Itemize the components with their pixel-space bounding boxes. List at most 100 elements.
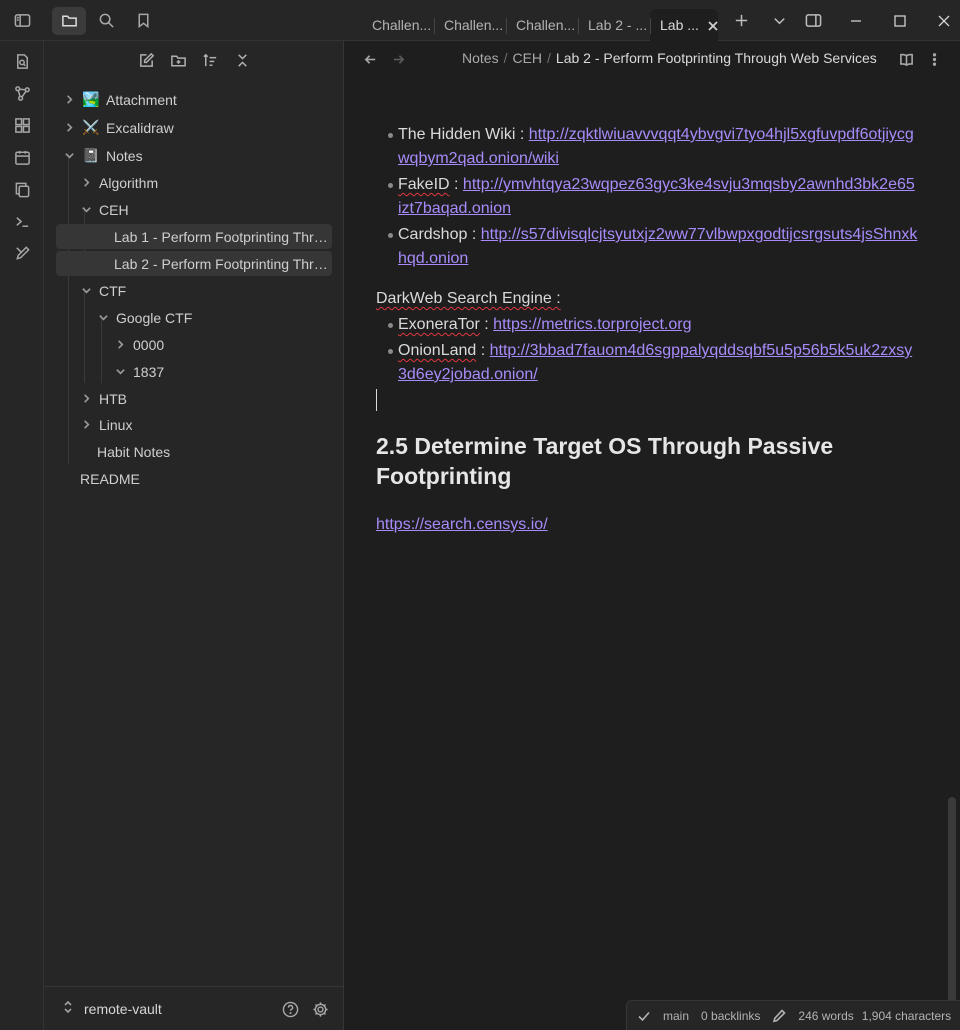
forward-arrow-icon[interactable]	[388, 49, 408, 69]
list-item-name: The Hidden Wiki	[398, 126, 516, 143]
tab-item[interactable]: Challen...	[434, 9, 506, 41]
paragraph-text: DarkWeb Search Engine :	[376, 290, 561, 307]
excalidraw-pen-icon[interactable]	[0, 237, 44, 269]
vault-switcher-bar: remote-vault	[44, 986, 344, 1030]
folder-label: Linux	[99, 416, 133, 433]
tab-label: Lab 2 - ...	[588, 17, 648, 33]
open-quick-switcher-icon[interactable]	[0, 45, 44, 77]
list-item-separator: :	[449, 176, 463, 193]
picture-emoji-icon: 🏞️	[82, 91, 100, 107]
terminal-icon[interactable]	[0, 205, 44, 237]
vault-switch-chevrons-icon[interactable]	[62, 1000, 76, 1017]
list-item: Cardshop : http://s57divisqlcjtsyutxjz2w…	[376, 223, 918, 271]
toggle-right-sidebar-icon[interactable]	[796, 7, 830, 35]
tree-folder-attachment[interactable]: 🏞️ Attachment	[62, 87, 177, 112]
tab-item[interactable]: Challen...	[506, 9, 578, 41]
chevron-right-icon	[79, 392, 93, 406]
tab-label: Lab ...	[660, 17, 699, 33]
search-icon[interactable]	[89, 7, 123, 35]
chevron-right-icon	[62, 121, 76, 135]
breadcrumb-ceh[interactable]: CEH	[512, 50, 542, 66]
git-branch-label[interactable]: main	[663, 1009, 689, 1023]
tab-list-chevron-down-icon[interactable]	[762, 7, 796, 35]
settings-gear-icon[interactable]	[310, 999, 330, 1019]
sync-check-icon[interactable]	[637, 1009, 651, 1023]
darkweb-search-engine-label: DarkWeb Search Engine :	[376, 287, 918, 311]
chevron-right-icon	[79, 176, 93, 190]
text-cursor	[376, 389, 377, 411]
note-content[interactable]: The Hidden Wiki : http://zqktlwiuavvvqqt…	[376, 123, 918, 537]
close-tab-icon[interactable]	[707, 19, 718, 31]
tree-folder-linux[interactable]: Linux	[79, 412, 132, 437]
tab-item-active[interactable]: Lab ...	[650, 9, 718, 41]
canvas-grid-icon[interactable]	[0, 109, 44, 141]
tab-item[interactable]: Challen...	[362, 9, 434, 41]
close-window-icon[interactable]	[922, 0, 960, 41]
heading-text: 2.5 Determine Target OS Through Passive …	[376, 433, 834, 489]
file-label: Habit Notes	[97, 443, 171, 460]
list-item: ExoneraTor : https://metrics.torproject.…	[376, 313, 918, 337]
censys-link[interactable]: https://search.censys.io/	[376, 516, 548, 533]
more-options-icon[interactable]	[924, 49, 944, 69]
tab-bar: Challen... Challen... Challen... Lab 2 -…	[362, 6, 718, 41]
sort-order-icon[interactable]	[197, 47, 223, 73]
graph-view-icon[interactable]	[0, 77, 44, 109]
tree-folder-notes[interactable]: 📓 Notes	[62, 143, 143, 168]
chevron-down-icon	[79, 203, 93, 217]
breadcrumb-current-title[interactable]: Lab 2 - Perform Footprinting Through Web…	[556, 50, 877, 66]
tree-folder-0000[interactable]: 0000	[113, 332, 164, 357]
new-note-icon[interactable]	[133, 47, 159, 73]
file-label: Lab 1 - Perform Footprinting Thro...	[114, 228, 332, 245]
back-arrow-icon[interactable]	[360, 49, 380, 69]
help-icon[interactable]	[280, 999, 300, 1019]
tree-folder-ceh[interactable]: CEH	[79, 197, 129, 222]
daily-note-calendar-icon[interactable]	[0, 141, 44, 173]
minimize-icon[interactable]	[834, 0, 878, 41]
character-count: 1,904 characters	[861, 1008, 952, 1023]
breadcrumb-separator: /	[547, 50, 551, 66]
folder-label: 0000	[133, 336, 165, 353]
fakeid-link[interactable]: http://ymvhtqya23wqpez63gyc3ke4svju3mqsb…	[398, 176, 915, 217]
scrollbar-thumb[interactable]	[948, 797, 956, 1009]
tree-folder-excalidraw[interactable]: ⚔️ Excalidraw	[62, 115, 174, 140]
collapse-all-icon[interactable]	[229, 47, 255, 73]
new-folder-icon[interactable]	[165, 47, 191, 73]
tree-file-habit-notes[interactable]: Habit Notes	[97, 439, 170, 464]
tree-file-lab2-active[interactable]: Lab 2 - Perform Footprinting Thro...	[56, 251, 332, 276]
chevron-down-icon	[96, 311, 110, 325]
file-explorer-sidebar: 🏞️ Attachment ⚔️ Excalidraw 📓 Notes Algo…	[44, 41, 344, 1030]
editor-pane: Notes / CEH / Lab 2 - Perform Footprinting T…	[344, 41, 960, 1030]
tab-label: Challen...	[444, 17, 504, 33]
tree-folder-htb[interactable]: HTB	[79, 386, 127, 411]
tree-folder-google-ctf[interactable]: Google CTF	[96, 305, 192, 330]
tab-item[interactable]: Lab 2 - ...	[578, 9, 650, 41]
exonerator-link[interactable]: https://metrics.torproject.org	[493, 316, 691, 333]
folder-label: 1837	[133, 363, 165, 380]
templates-copy-icon[interactable]	[0, 173, 44, 205]
folder-label: Attachment	[106, 91, 177, 108]
list-item: OnionLand : http://3bbad7fauom4d6sgppaly…	[376, 339, 918, 387]
files-folder-icon[interactable]	[52, 6, 86, 35]
list-item-separator: :	[479, 316, 494, 333]
chevron-down-icon	[113, 365, 127, 379]
tree-folder-ctf[interactable]: CTF	[79, 278, 126, 303]
tree-file-lab1[interactable]: Lab 1 - Perform Footprinting Thro...	[56, 224, 332, 249]
toggle-left-sidebar-icon[interactable]	[5, 7, 39, 35]
left-ribbon	[0, 41, 44, 1030]
maximize-icon[interactable]	[878, 0, 922, 41]
list-item-name: OnionLand	[398, 342, 477, 359]
breadcrumb: Notes / CEH / Lab 2 - Perform Footprinting T…	[462, 50, 877, 66]
breadcrumb-notes[interactable]: Notes	[462, 50, 499, 66]
folder-label: CTF	[99, 282, 127, 299]
tree-folder-algorithm[interactable]: Algorithm	[79, 170, 158, 195]
file-label: Lab 2 - Perform Footprinting Thro...	[114, 255, 332, 272]
edit-mode-pencil-icon[interactable]	[772, 1008, 787, 1023]
backlinks-count[interactable]: 0 backlinks	[701, 1009, 760, 1023]
list-item-separator: :	[467, 226, 481, 243]
tree-folder-1837[interactable]: 1837	[113, 359, 164, 384]
new-tab-icon[interactable]	[724, 7, 758, 35]
tree-file-readme[interactable]: README	[80, 466, 140, 491]
vault-name[interactable]: remote-vault	[84, 1001, 162, 1017]
bookmark-icon[interactable]	[126, 7, 160, 35]
reading-view-book-icon[interactable]	[896, 49, 916, 69]
